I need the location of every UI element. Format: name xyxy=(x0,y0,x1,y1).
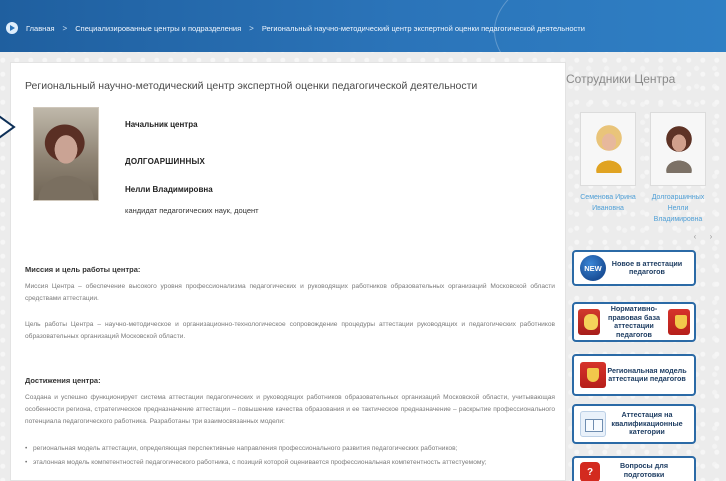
list-item: региональная модель аттестации, определя… xyxy=(25,445,457,452)
head-photo-body xyxy=(34,164,98,200)
breadcrumb-home[interactable]: Главная xyxy=(26,24,55,33)
staff-section-title: Сотрудники Центра xyxy=(566,72,676,86)
head-degree: кандидат педагогических наук, доцент xyxy=(125,206,259,215)
goal-paragraph: Цель работы Центра – научно-методическое… xyxy=(25,321,555,340)
head-surname: ДОЛГОАРШИННЫХ xyxy=(125,157,206,166)
promo-new-attestation[interactable]: NEW Новое в аттестации педагогов xyxy=(572,250,696,286)
promo-label: Региональная модель аттестации педагогов xyxy=(607,365,687,383)
promo-label: Аттестация на квалификационные категории xyxy=(611,410,683,437)
question-icon: ? xyxy=(580,462,600,481)
breadcrumb-separator-icon: > xyxy=(62,23,68,33)
promo-regulatory-base[interactable]: Нормативно-правовая база аттестации педа… xyxy=(572,302,696,342)
moscow-region-crest-icon xyxy=(580,362,606,388)
breadcrumb-centers[interactable]: Специализированные центры и подразделени… xyxy=(75,24,241,33)
home-icon[interactable] xyxy=(6,22,18,34)
promo-label: Нормативно-правовая база аттестации педа… xyxy=(608,304,660,339)
book-icon xyxy=(580,411,606,437)
pointer-arrow-icon xyxy=(0,115,16,139)
main-content: Региональный научно-методический центр э… xyxy=(10,62,566,481)
achievements-paragraph: Создана и успешно функционирует система … xyxy=(25,394,555,425)
staff-name-link[interactable]: Долгоаршинных Нелли Владимировна xyxy=(646,192,710,225)
breadcrumb-separator-icon: > xyxy=(249,23,254,33)
page-title: Региональный научно-методический центр э… xyxy=(25,80,478,92)
coat-of-arms-icon xyxy=(578,309,600,335)
head-photo xyxy=(33,107,99,201)
promo-preparation-questions[interactable]: ? Вопросы для подготовки xyxy=(572,456,696,481)
moscow-region-crest-icon xyxy=(668,309,690,335)
promo-regional-model[interactable]: Региональная модель аттестации педагогов xyxy=(572,354,696,396)
staff-photo[interactable] xyxy=(580,112,636,186)
achievements-title: Достижения центра: xyxy=(25,376,101,385)
head-role: Начальник центра xyxy=(125,120,198,129)
new-badge-icon: NEW xyxy=(580,255,606,281)
staff-photo[interactable] xyxy=(650,112,706,186)
staff-name-link[interactable]: Семенова Ирина Ивановна xyxy=(576,192,640,214)
mission-title: Миссия и цель работы центра: xyxy=(25,265,141,274)
mission-paragraph: Миссия Центра – обеспечение высокого уро… xyxy=(25,283,555,302)
promo-label: Новое в аттестации педагогов xyxy=(611,258,683,276)
carousel-next-icon[interactable]: › xyxy=(706,232,716,242)
staff-card[interactable]: Семенова Ирина Ивановна xyxy=(576,112,636,232)
staff-card[interactable]: Долгоаршинных Нелли Владимировна xyxy=(646,112,706,232)
promo-qualification-categories[interactable]: Аттестация на квалификационные категории xyxy=(572,404,696,444)
promo-label: Вопросы для подготовки xyxy=(619,461,669,479)
head-name: Нелли Владимировна xyxy=(125,185,213,194)
carousel-prev-icon[interactable]: ‹ xyxy=(690,232,700,242)
header-bar: Главная > Специализированные центры и по… xyxy=(0,0,726,52)
breadcrumb-current: Региональный научно-методический центр э… xyxy=(261,23,585,33)
breadcrumb: Главная > Специализированные центры и по… xyxy=(0,18,585,38)
list-item: эталонная модель компетентностей педагог… xyxy=(25,459,487,466)
